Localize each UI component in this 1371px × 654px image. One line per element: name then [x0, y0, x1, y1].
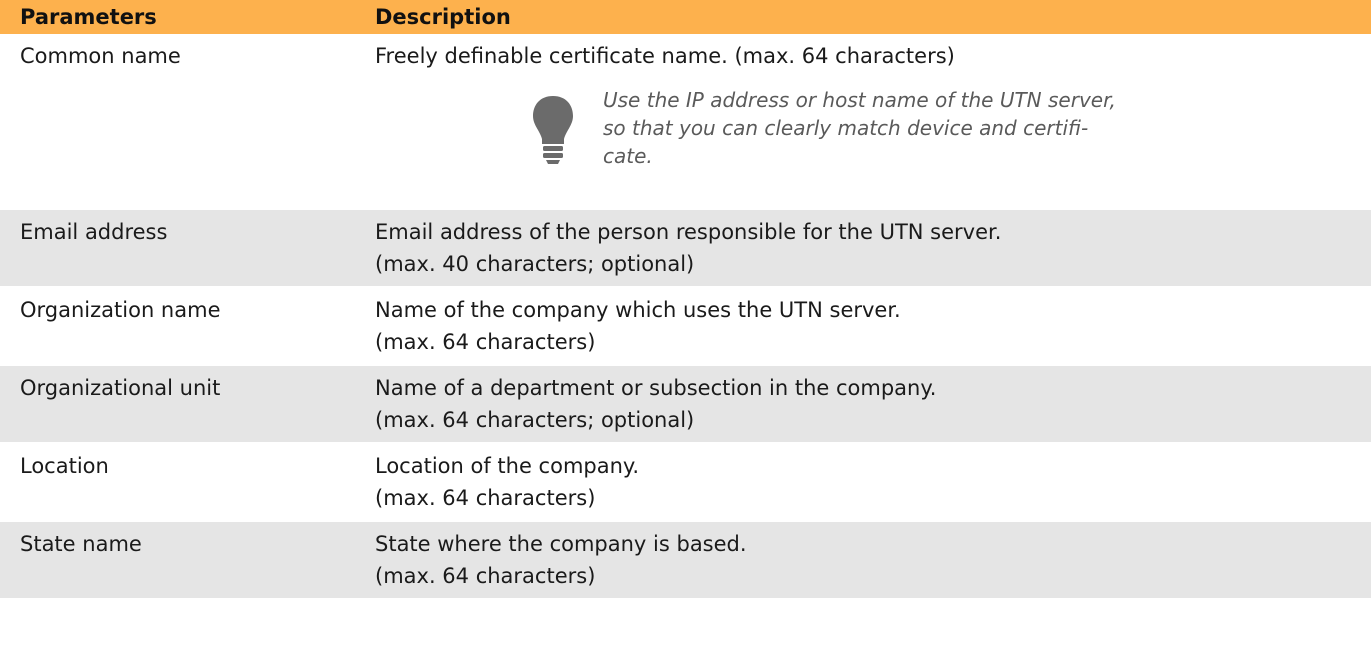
header-parameters: Parameters: [20, 5, 157, 29]
desc-line: State where the company is based.: [375, 532, 747, 556]
parameters-table: Parameters Description Common name Freel…: [0, 0, 1371, 598]
header-description: Description: [375, 5, 511, 29]
param-email-address: Email address: [20, 220, 168, 244]
tip-line: cate.: [603, 144, 653, 168]
desc-line: Freely definable certificate name. (max.…: [375, 44, 955, 68]
desc-common-name: Freely definable certificate name. (max.…: [375, 40, 1371, 204]
desc-line: (max. 64 characters; optional): [375, 408, 695, 432]
desc-line: Email address of the person responsible …: [375, 220, 1002, 244]
tip-text: Use the IP address or host name of the U…: [603, 86, 1203, 170]
tip-line: Use the IP address or host name of the U…: [603, 88, 1116, 112]
desc-line: Name of a department or subsection in th…: [375, 376, 937, 400]
desc-line: (max. 64 characters): [375, 330, 596, 354]
desc-location: Location of the company. (max. 64 charac…: [375, 450, 1371, 516]
param-organizational-unit: Organizational unit: [20, 376, 221, 400]
lightbulb-icon: [525, 90, 581, 170]
desc-line: (max. 40 characters; optional): [375, 252, 695, 276]
table-row: Email address Email address of the perso…: [0, 210, 1371, 288]
tip-line: so that you can clearly match device and…: [603, 116, 1089, 140]
desc-organizational-unit: Name of a department or subsection in th…: [375, 372, 1371, 438]
table-row: Common name Freely definable certificate…: [0, 34, 1371, 210]
table-header: Parameters Description: [0, 0, 1371, 34]
table-row: Organization name Name of the company wh…: [0, 288, 1371, 366]
desc-line: (max. 64 characters): [375, 486, 596, 510]
param-common-name: Common name: [20, 44, 181, 68]
tip-note: Use the IP address or host name of the U…: [525, 88, 1351, 170]
param-organization-name: Organization name: [20, 298, 221, 322]
desc-line: Name of the company which uses the UTN s…: [375, 298, 901, 322]
desc-organization-name: Name of the company which uses the UTN s…: [375, 294, 1371, 360]
table-row: State name State where the company is ba…: [0, 522, 1371, 598]
param-location: Location: [20, 454, 109, 478]
desc-line: Location of the company.: [375, 454, 640, 478]
desc-line: (max. 64 characters): [375, 564, 596, 588]
table-row: Organizational unit Name of a department…: [0, 366, 1371, 444]
desc-email-address: Email address of the person responsible …: [375, 216, 1371, 282]
table-row: Location Location of the company. (max. …: [0, 444, 1371, 522]
param-state-name: State name: [20, 532, 142, 556]
desc-state-name: State where the company is based. (max. …: [375, 528, 1371, 594]
